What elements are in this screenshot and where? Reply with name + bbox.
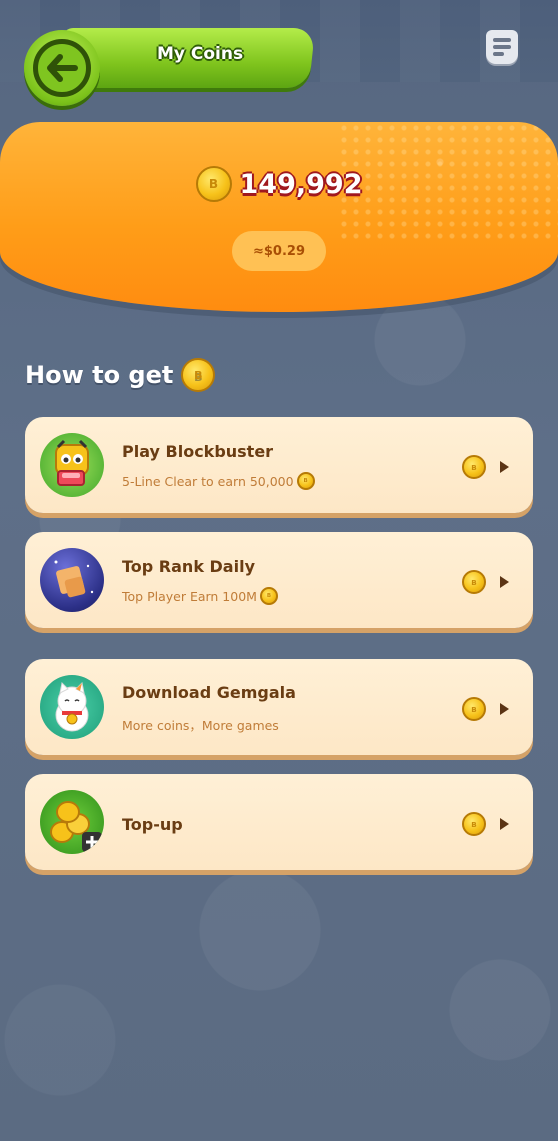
coin-icon	[462, 812, 486, 836]
item-title: Download Gemgala	[122, 683, 296, 702]
item-title: Play Blockbuster	[122, 442, 274, 461]
balance-card	[0, 122, 558, 312]
how-to-get-heading: How to get	[25, 358, 216, 392]
coin-icon	[296, 472, 315, 490]
item-action	[462, 570, 509, 594]
usd-equivalent: ≈$0.29	[232, 231, 326, 271]
item-title: Top-up	[122, 815, 183, 834]
coin-icon	[195, 166, 232, 202]
list-item-top-up[interactable]: Top-up	[25, 774, 533, 870]
lucky-cat-icon	[40, 675, 104, 739]
list-item-top-rank-daily[interactable]: Top Rank Daily Top Player Earn 100M	[25, 532, 533, 628]
list-item-download-gemgala[interactable]: Download Gemgala More coins，More games	[25, 659, 533, 755]
item-action	[462, 697, 509, 721]
item-subtitle: More coins，More games	[122, 718, 279, 733]
coin-icon	[462, 570, 486, 594]
back-button[interactable]	[24, 30, 100, 106]
item-action	[462, 455, 509, 479]
chevron-right-icon	[500, 461, 509, 473]
item-title: Top Rank Daily	[122, 557, 255, 576]
item-subtitle: Top Player Earn 100M	[122, 588, 257, 604]
item-subtitle-row: 5-Line Clear to earn 50,000	[122, 472, 315, 490]
chevron-right-icon	[500, 703, 509, 715]
coin-icon	[462, 697, 486, 721]
item-subtitle-row: Top Player Earn 100M	[122, 587, 278, 605]
chevron-right-icon	[500, 818, 509, 830]
coins-topup-icon	[40, 790, 104, 854]
item-subtitle-row: More coins，More games	[122, 715, 279, 734]
arrow-left-icon	[33, 39, 91, 97]
chevron-right-icon	[500, 576, 509, 588]
how-to-get-label: How to get	[25, 361, 174, 389]
coin-balance: 149,992	[239, 168, 363, 200]
item-action	[462, 812, 509, 836]
blockbuster-game-icon	[40, 433, 104, 497]
document-icon[interactable]	[486, 30, 518, 64]
item-subtitle: 5-Line Clear to earn 50,000	[122, 473, 294, 489]
balance-display: 149,992	[0, 166, 558, 202]
top-rank-icon	[40, 548, 104, 612]
list-item-play-blockbuster[interactable]: Play Blockbuster 5-Line Clear to earn 50…	[25, 417, 533, 513]
coin-icon	[181, 358, 216, 392]
page-title: My Coins	[156, 44, 244, 64]
coin-icon	[462, 455, 486, 479]
coin-icon	[259, 587, 278, 605]
